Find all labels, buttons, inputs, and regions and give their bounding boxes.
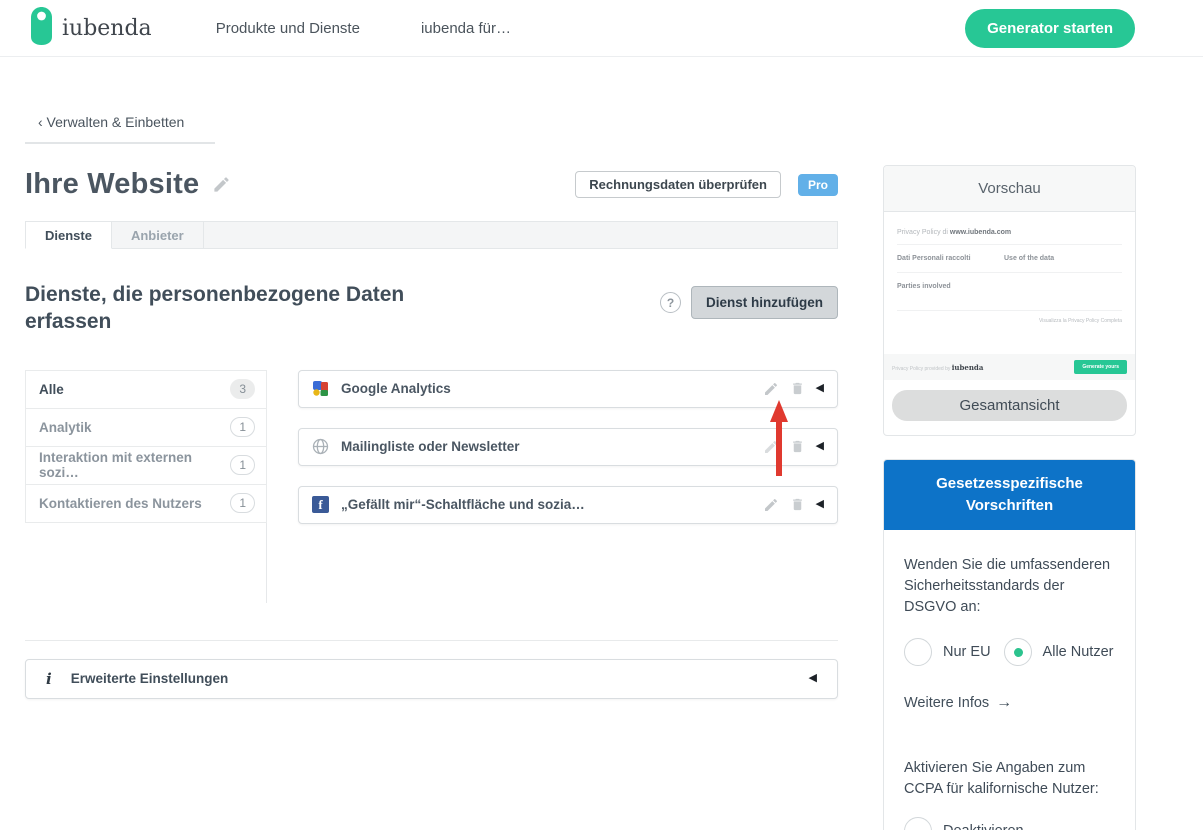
- radio-label: Deaktivieren: [943, 823, 1024, 830]
- service-name: Mailingliste oder Newsletter: [341, 439, 520, 455]
- edit-service-pencil-icon[interactable]: [763, 439, 779, 455]
- main-nav: Produkte und Dienste iubenda für…: [216, 20, 511, 37]
- tab-bar: Dienste Anbieter: [25, 221, 838, 249]
- radio-option-nur-eu[interactable]: Nur EU: [904, 637, 991, 666]
- gdpr-more-info-link[interactable]: Weitere Infos →: [904, 694, 1115, 712]
- preview-card-title: Vorschau: [884, 166, 1135, 212]
- logo-wordmark: iubenda: [62, 15, 152, 41]
- tab-bar-filler: [203, 221, 838, 249]
- column-divider: [25, 522, 267, 603]
- tab-dienste-label: Dienste: [45, 227, 92, 243]
- generator-start-button[interactable]: Generator starten: [965, 8, 1135, 48]
- preview-card: Vorschau Privacy Policy di www.iubenda.c…: [883, 165, 1136, 436]
- radio-option-alle-nutzer[interactable]: Alle Nutzer: [1003, 637, 1114, 666]
- policy-mini-preview: Privacy Policy di www.iubenda.com Dati P…: [884, 212, 1135, 380]
- category-item-analytik[interactable]: Analytik 1: [26, 408, 266, 447]
- help-icon[interactable]: ?: [660, 292, 681, 313]
- title-row: Ihre Website Rechnungsdaten überprüfen P…: [25, 168, 838, 201]
- law-card-title: Gesetzesspezifische Vorschriften: [884, 460, 1135, 530]
- add-service-button[interactable]: Dienst hinzufügen: [691, 286, 838, 319]
- category-filter-column: Alle 3 Analytik 1 Interaktion mit extern…: [25, 369, 267, 603]
- top-navigation-bar: iubenda Produkte und Dienste iubenda für…: [0, 0, 1203, 57]
- services-section-header: Dienste, die personenbezogene Daten erfa…: [25, 281, 838, 336]
- delete-service-trash-icon[interactable]: [790, 381, 805, 396]
- mini-generate-button: Generate yours: [1074, 360, 1127, 374]
- category-item-interaktion[interactable]: Interaktion mit externen sozi… 1: [26, 446, 266, 485]
- pro-plan-badge: Pro: [797, 173, 838, 196]
- service-list: Google Analytics ◀ Mailingliste oder New…: [298, 369, 838, 603]
- delete-service-trash-icon[interactable]: [790, 439, 805, 454]
- tab-anbieter[interactable]: Anbieter: [111, 221, 204, 249]
- right-sidebar: Vorschau Privacy Policy di www.iubenda.c…: [883, 165, 1136, 830]
- category-count-badge: 3: [230, 379, 255, 400]
- info-icon: i: [46, 669, 52, 688]
- category-label: Kontaktieren des Nutzers: [39, 495, 202, 511]
- billing-data-button[interactable]: Rechnungsdaten überprüfen: [575, 171, 781, 198]
- radio-circle[interactable]: [904, 816, 932, 830]
- mini-policy-parties: Parties involved: [897, 283, 951, 290]
- more-info-label: Weitere Infos: [904, 694, 990, 711]
- page-title: Ihre Website: [25, 168, 200, 200]
- gdpr-block: Wenden Sie die umfassenderen Sicherheits…: [904, 555, 1115, 712]
- category-count-badge: 1: [230, 417, 255, 438]
- iubenda-logo[interactable]: iubenda: [30, 6, 152, 51]
- full-view-button[interactable]: Gesamtansicht: [892, 390, 1127, 421]
- globe-icon: [312, 438, 329, 455]
- advanced-settings-label: Erweiterte Einstellungen: [70, 671, 229, 687]
- services-area: Alle 3 Analytik 1 Interaktion mit extern…: [25, 369, 838, 603]
- service-row-like-button[interactable]: f „Gefällt mir“-Schaltfläche und sozia… …: [298, 485, 838, 524]
- radio-option-deaktivieren[interactable]: Deaktivieren: [904, 816, 1115, 830]
- service-name: „Gefällt mir“-Schaltfläche und sozia…: [341, 497, 585, 513]
- gdpr-question: Wenden Sie die umfassenderen Sicherheits…: [904, 556, 1111, 615]
- collapse-row-icon[interactable]: ◀: [816, 383, 824, 394]
- mini-policy-footer: Privacy Policy provided by iubenda Gener…: [884, 354, 1135, 380]
- ccpa-block: Aktivieren Sie Angaben zum CCPA für kali…: [904, 758, 1115, 830]
- category-list: Alle 3 Analytik 1 Interaktion mit extern…: [25, 369, 267, 523]
- nav-item-iubenda-for[interactable]: iubenda für…: [421, 20, 511, 37]
- google-icon: [312, 380, 329, 397]
- breadcrumb-back-link[interactable]: ‹ Verwalten & Einbetten: [25, 110, 215, 144]
- edit-service-pencil-icon[interactable]: [763, 497, 779, 513]
- service-row-google-analytics[interactable]: Google Analytics ◀: [298, 369, 838, 408]
- collapse-row-icon[interactable]: ◀: [816, 499, 824, 510]
- mini-policy-columns: Dati Personali raccolti Use of the data: [897, 245, 1122, 273]
- category-label: Interaktion mit externen sozi…: [39, 450, 193, 481]
- radio-label: Nur EU: [943, 643, 991, 660]
- ccpa-question: Aktivieren Sie Angaben zum CCPA für kali…: [904, 759, 1099, 797]
- service-row-mailing-list[interactable]: Mailingliste oder Newsletter ◀: [298, 427, 838, 466]
- service-name: Google Analytics: [341, 381, 451, 397]
- section-divider: [25, 639, 838, 641]
- radio-circle[interactable]: [904, 637, 932, 666]
- radio-label: Alle Nutzer: [1042, 643, 1114, 660]
- mini-view-full-link: Visualizza la Privacy Policy Completa: [1039, 318, 1122, 324]
- main-content: ‹ Verwalten & Einbetten Ihre Website Rec…: [25, 110, 838, 699]
- law-settings-card: Gesetzesspezifische Vorschriften Wenden …: [883, 459, 1136, 830]
- category-count-badge: 1: [230, 455, 255, 476]
- advanced-settings-bar[interactable]: i Erweiterte Einstellungen ◀: [25, 658, 838, 699]
- category-label: Alle: [39, 381, 64, 397]
- nav-item-products[interactable]: Produkte und Dienste: [216, 20, 360, 37]
- services-section-title: Dienste, die personenbezogene Daten erfa…: [25, 283, 405, 334]
- category-label: Analytik: [39, 419, 92, 435]
- facebook-icon: f: [312, 496, 329, 514]
- tab-dienste[interactable]: Dienste: [25, 221, 112, 249]
- category-item-alle[interactable]: Alle 3: [26, 370, 266, 409]
- category-count-badge: 1: [230, 493, 255, 514]
- iubenda-logo-icon: [30, 6, 53, 51]
- delete-service-trash-icon[interactable]: [790, 497, 805, 512]
- collapse-advanced-icon[interactable]: ◀: [809, 673, 817, 684]
- edit-service-pencil-icon[interactable]: [763, 381, 779, 397]
- radio-circle[interactable]: [1003, 637, 1032, 666]
- category-item-kontaktieren[interactable]: Kontaktieren des Nutzers 1: [26, 484, 266, 523]
- mini-policy-title: Privacy Policy di www.iubenda.com: [897, 229, 1122, 245]
- tab-anbieter-label: Anbieter: [130, 227, 184, 243]
- collapse-row-icon[interactable]: ◀: [816, 441, 824, 452]
- mini-policy-meta: Visualizza la Privacy Policy Completa: [897, 310, 1122, 324]
- edit-title-pencil-icon[interactable]: [212, 175, 231, 194]
- arrow-right-icon: →: [996, 693, 1013, 711]
